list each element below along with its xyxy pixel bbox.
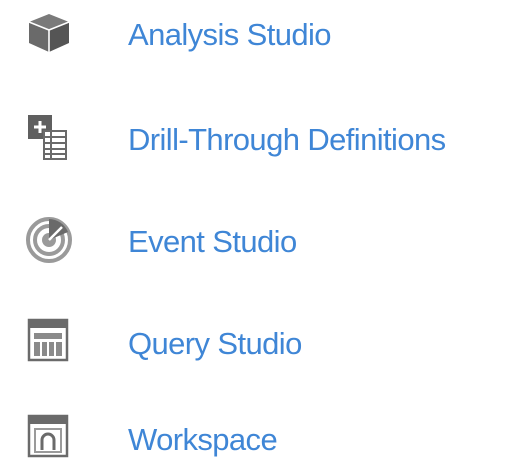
radar-icon: [24, 215, 74, 265]
menu-item-label[interactable]: Analysis Studio: [128, 19, 332, 50]
table-window-icon: [24, 316, 74, 366]
cube-icon: [24, 8, 74, 58]
menu-item-query-studio[interactable]: Query Studio: [0, 312, 518, 372]
menu-item-label[interactable]: Workspace: [128, 424, 278, 455]
menu-item-label[interactable]: Event Studio: [128, 226, 297, 257]
drill-through-icon: [24, 112, 74, 162]
menu-item-event-studio[interactable]: Event Studio: [0, 212, 518, 272]
menu-item-label[interactable]: Query Studio: [128, 328, 302, 359]
menu-item-workspace[interactable]: Workspace: [0, 410, 518, 470]
workspace-icon: [24, 412, 74, 462]
menu-item-drill-through-definitions[interactable]: Drill-Through Definitions: [0, 106, 518, 166]
menu-item-label[interactable]: Drill-Through Definitions: [128, 124, 446, 155]
studio-menu: Analysis Studio Drill-Through Definition…: [0, 0, 518, 465]
menu-item-analysis-studio[interactable]: Analysis Studio: [0, 4, 518, 64]
